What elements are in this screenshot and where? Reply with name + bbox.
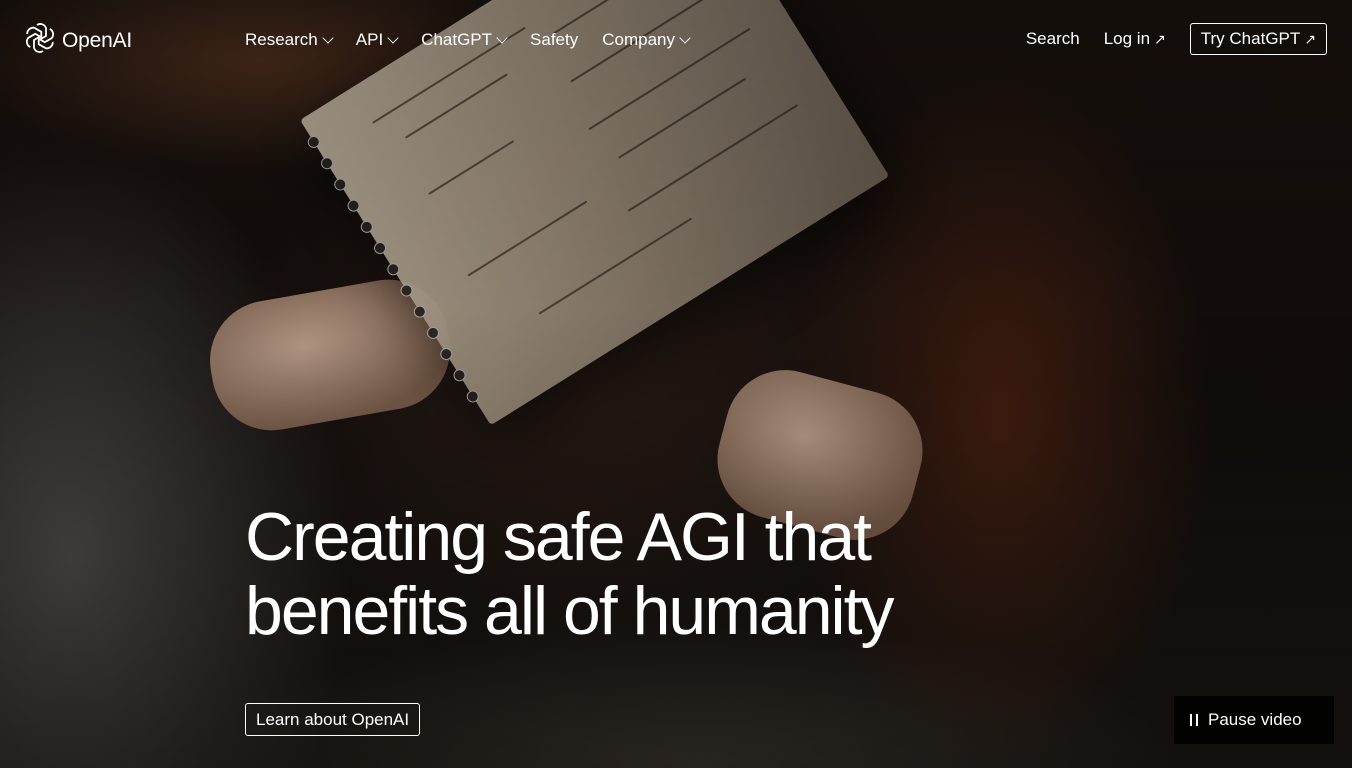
nav-item-label: ChatGPT xyxy=(421,30,493,49)
nav-item-chatgpt[interactable]: ChatGPT xyxy=(421,28,508,52)
nav-item-label: Safety xyxy=(530,30,579,49)
hero-headline: Creating safe AGI that benefits all of h… xyxy=(245,500,1065,648)
pause-video-button[interactable]: Pause video xyxy=(1174,696,1334,744)
search-button[interactable]: Search xyxy=(1026,29,1080,49)
header-actions: Search Log in ↗ Try ChatGPT ↗ xyxy=(1026,23,1327,55)
pause-icon xyxy=(1190,714,1198,726)
nav-item-label: API xyxy=(355,30,384,49)
openai-logo-link[interactable]: OpenAI xyxy=(24,22,132,59)
try-chatgpt-label: Try ChatGPT xyxy=(1200,29,1301,48)
openai-logo-icon xyxy=(24,22,56,59)
nav-item-label: Company xyxy=(602,30,675,49)
chevron-down-icon xyxy=(387,31,399,44)
chevron-down-icon xyxy=(322,31,334,44)
hero-headline-line-2: benefits all of humanity xyxy=(245,573,895,649)
hero-headline-line-1: Creating safe AGI that xyxy=(245,499,872,575)
learn-about-openai-button[interactable]: Learn about OpenAI xyxy=(245,703,421,736)
nav-item-label: Research xyxy=(245,30,318,49)
chevron-down-icon xyxy=(679,31,691,44)
pause-video-label: Pause video xyxy=(1208,710,1302,729)
login-label: Log in xyxy=(1103,29,1151,48)
arrow-up-right-icon: ↗ xyxy=(1154,30,1166,47)
arrow-up-right-icon: ↗ xyxy=(1304,31,1316,47)
search-label: Search xyxy=(1025,29,1080,48)
hero-overlay xyxy=(0,0,1352,768)
nav-item-company[interactable]: Company xyxy=(602,28,691,52)
try-chatgpt-button[interactable]: Try ChatGPT ↗ xyxy=(1189,23,1327,55)
nav-item-api[interactable]: API xyxy=(355,28,399,52)
chevron-down-icon xyxy=(496,31,508,44)
nav-item-research[interactable]: Research xyxy=(245,28,334,52)
login-link[interactable]: Log in ↗ xyxy=(1104,29,1166,49)
nav-item-safety[interactable]: Safety xyxy=(530,28,578,52)
brand-name: OpenAI xyxy=(62,28,133,52)
main-nav: Research API ChatGPT Safety Company xyxy=(245,28,691,52)
site-header: OpenAI Research API ChatGPT Safety Compa… xyxy=(0,0,1352,80)
